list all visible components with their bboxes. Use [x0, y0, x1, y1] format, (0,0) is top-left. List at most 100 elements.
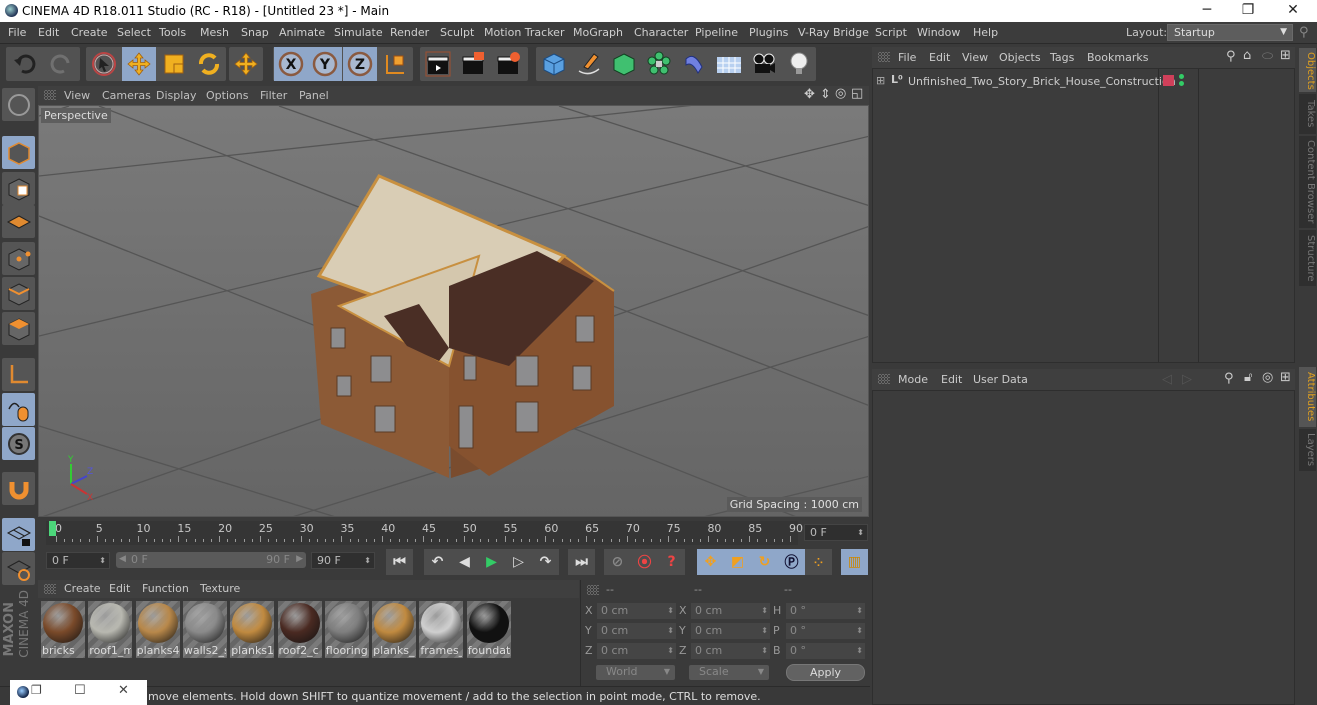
material-swatch[interactable]: planks1 [230, 601, 275, 658]
material-swatch[interactable]: roof1_m [88, 601, 133, 658]
frame-range-slider[interactable]: ◀ 0 F 90 F ▶ [116, 552, 306, 568]
size-field[interactable]: 0 cm ⬍ [691, 643, 770, 659]
viewport-menu-display[interactable]: Display [156, 89, 197, 102]
viewport-menu-options[interactable]: Options [206, 89, 248, 102]
previous-frame-icon[interactable]: ◀ [451, 549, 478, 575]
apply-button[interactable]: Apply [786, 664, 865, 681]
playhead[interactable] [49, 521, 56, 536]
panel-grip-icon[interactable] [878, 52, 890, 62]
make-editable-icon[interactable] [2, 88, 35, 121]
go-to-next-keyframe-icon[interactable]: ↷ [532, 549, 559, 575]
start-frame-field[interactable]: 0 F ⬍ [46, 552, 110, 569]
tweak-mode-icon[interactable] [2, 393, 35, 426]
objects-menu-objects[interactable]: Objects [999, 51, 1041, 64]
material-swatch[interactable]: walls2_s [182, 601, 227, 658]
new-panel-icon[interactable]: ⊞ [1280, 370, 1291, 385]
coordinate-mode-dropdown[interactable]: World ▼ [596, 665, 675, 680]
menu-create[interactable]: Create [71, 26, 108, 39]
menu-window[interactable]: Window [917, 26, 960, 39]
subdivision-icon[interactable] [607, 47, 641, 81]
home-icon[interactable]: ⌂ [1243, 48, 1251, 63]
tab-layers[interactable]: Layers [1299, 429, 1316, 471]
material-menu-function[interactable]: Function [142, 582, 189, 595]
cloner-icon[interactable] [642, 47, 676, 81]
render-view-icon[interactable] [421, 47, 455, 81]
restore-button[interactable]: ❐ [1226, 0, 1270, 22]
tab-content-browser[interactable]: Content Browser [1299, 136, 1316, 228]
record-point-level-icon[interactable]: ⁘ [805, 549, 832, 575]
tab-objects[interactable]: Objects [1299, 48, 1316, 92]
workplane-lock-icon[interactable] [2, 518, 35, 551]
snap-magnet-icon[interactable] [2, 472, 35, 505]
record-active-objects-icon[interactable]: ⊘ [604, 549, 631, 575]
objects-menu-bookmarks[interactable]: Bookmarks [1087, 51, 1148, 64]
render-visibility-dot[interactable] [1179, 81, 1184, 86]
objects-menu-view[interactable]: View [962, 51, 988, 64]
menu-simulate[interactable]: Simulate [334, 26, 383, 39]
x-axis-lock-icon[interactable]: X [274, 47, 308, 81]
menu-select[interactable]: Select [117, 26, 151, 39]
next-frame-icon[interactable]: ▷ [505, 549, 532, 575]
go-to-previous-keyframe-icon[interactable]: ↶ [424, 549, 451, 575]
position-field[interactable]: 0 cm ⬍ [597, 623, 676, 639]
position-field[interactable]: 0 cm ⬍ [597, 603, 676, 619]
keyframe-selection-icon[interactable]: ? [658, 549, 685, 575]
record-parameter-icon[interactable]: Ⓟ [778, 549, 805, 575]
size-mode-dropdown[interactable]: Scale ▼ [689, 665, 769, 680]
record-rotation-icon[interactable]: ↻ [751, 549, 778, 575]
live-selection-icon[interactable] [87, 47, 121, 81]
material-swatch[interactable]: frames_ [419, 601, 464, 658]
3d-viewport[interactable]: Y Z X Perspective Grid Spacing : 1000 cm [38, 105, 869, 517]
redo-icon[interactable] [44, 47, 78, 81]
menu-edit[interactable]: Edit [38, 26, 59, 39]
back-arrow-icon[interactable]: ◁ [1162, 372, 1172, 387]
objects-menu-tags[interactable]: Tags [1050, 51, 1074, 64]
objects-menu-edit[interactable]: Edit [929, 51, 950, 64]
menu-character[interactable]: Character [634, 26, 688, 39]
floor-icon[interactable] [712, 47, 746, 81]
menu-snap[interactable]: Snap [241, 26, 269, 39]
material-swatch[interactable]: planks_ [372, 601, 417, 658]
lock-icon[interactable]: 🔓︎ [1244, 370, 1252, 385]
camera-icon[interactable] [747, 47, 781, 81]
maximize-icon[interactable]: ☐ [74, 683, 86, 698]
target-icon[interactable]: ◎ [1262, 370, 1273, 385]
polygons-mode-icon[interactable] [2, 312, 35, 345]
panel-grip-icon[interactable] [44, 584, 56, 594]
object-name[interactable]: Unfinished_Two_Story_Brick_House_Constru… [908, 75, 1176, 88]
go-to-start-icon[interactable]: ⏮ [386, 549, 413, 575]
material-swatch[interactable]: foundat [466, 601, 511, 658]
viewport-menu-panel[interactable]: Panel [299, 89, 329, 102]
menu-mograph[interactable]: MoGraph [573, 26, 623, 39]
panel-grip-icon[interactable] [587, 585, 599, 595]
toggle-view-icon[interactable]: ◱ [851, 86, 863, 101]
pen-icon[interactable] [572, 47, 606, 81]
render-to-picture-viewer-icon[interactable] [456, 47, 490, 81]
menu-vray-bridge[interactable]: V-Ray Bridge [798, 26, 869, 39]
z-axis-lock-icon[interactable]: Z [343, 47, 377, 81]
object-row[interactable]: ⊞ L⁰ Unfinished_Two_Story_Brick_House_Co… [873, 72, 1294, 90]
menu-help[interactable]: Help [973, 26, 998, 39]
light-icon[interactable] [782, 47, 816, 81]
attributes-menu-edit[interactable]: Edit [941, 373, 962, 386]
workplane-mode-icon[interactable] [2, 205, 35, 238]
attributes-menu-mode[interactable]: Mode [898, 373, 928, 386]
move-icon[interactable] [122, 47, 156, 81]
menu-motion-tracker[interactable]: Motion Tracker [484, 26, 564, 39]
menu-mesh[interactable]: Mesh [200, 26, 229, 39]
new-panel-icon[interactable]: ⊞ [1280, 48, 1291, 63]
material-swatch[interactable]: planks4 [135, 601, 180, 658]
expand-icon[interactable]: ⊞ [876, 74, 885, 87]
rotation-field[interactable]: 0 ° ⬍ [786, 623, 865, 639]
solo-mode-icon[interactable]: S [2, 427, 35, 460]
menu-sculpt[interactable]: Sculpt [440, 26, 474, 39]
coordinate-system-icon[interactable] [378, 47, 412, 81]
restore-icon[interactable]: ❐ [31, 683, 42, 697]
current-frame-field[interactable]: 0 F ⬍ [804, 524, 868, 541]
layer-color-swatch[interactable] [1163, 75, 1174, 86]
y-axis-lock-icon[interactable]: Y [308, 47, 342, 81]
editor-visibility-dot[interactable] [1179, 74, 1184, 79]
last-tool-icon[interactable] [229, 47, 263, 81]
minimize-button[interactable]: ─ [1185, 0, 1229, 22]
material-menu-edit[interactable]: Edit [109, 582, 130, 595]
